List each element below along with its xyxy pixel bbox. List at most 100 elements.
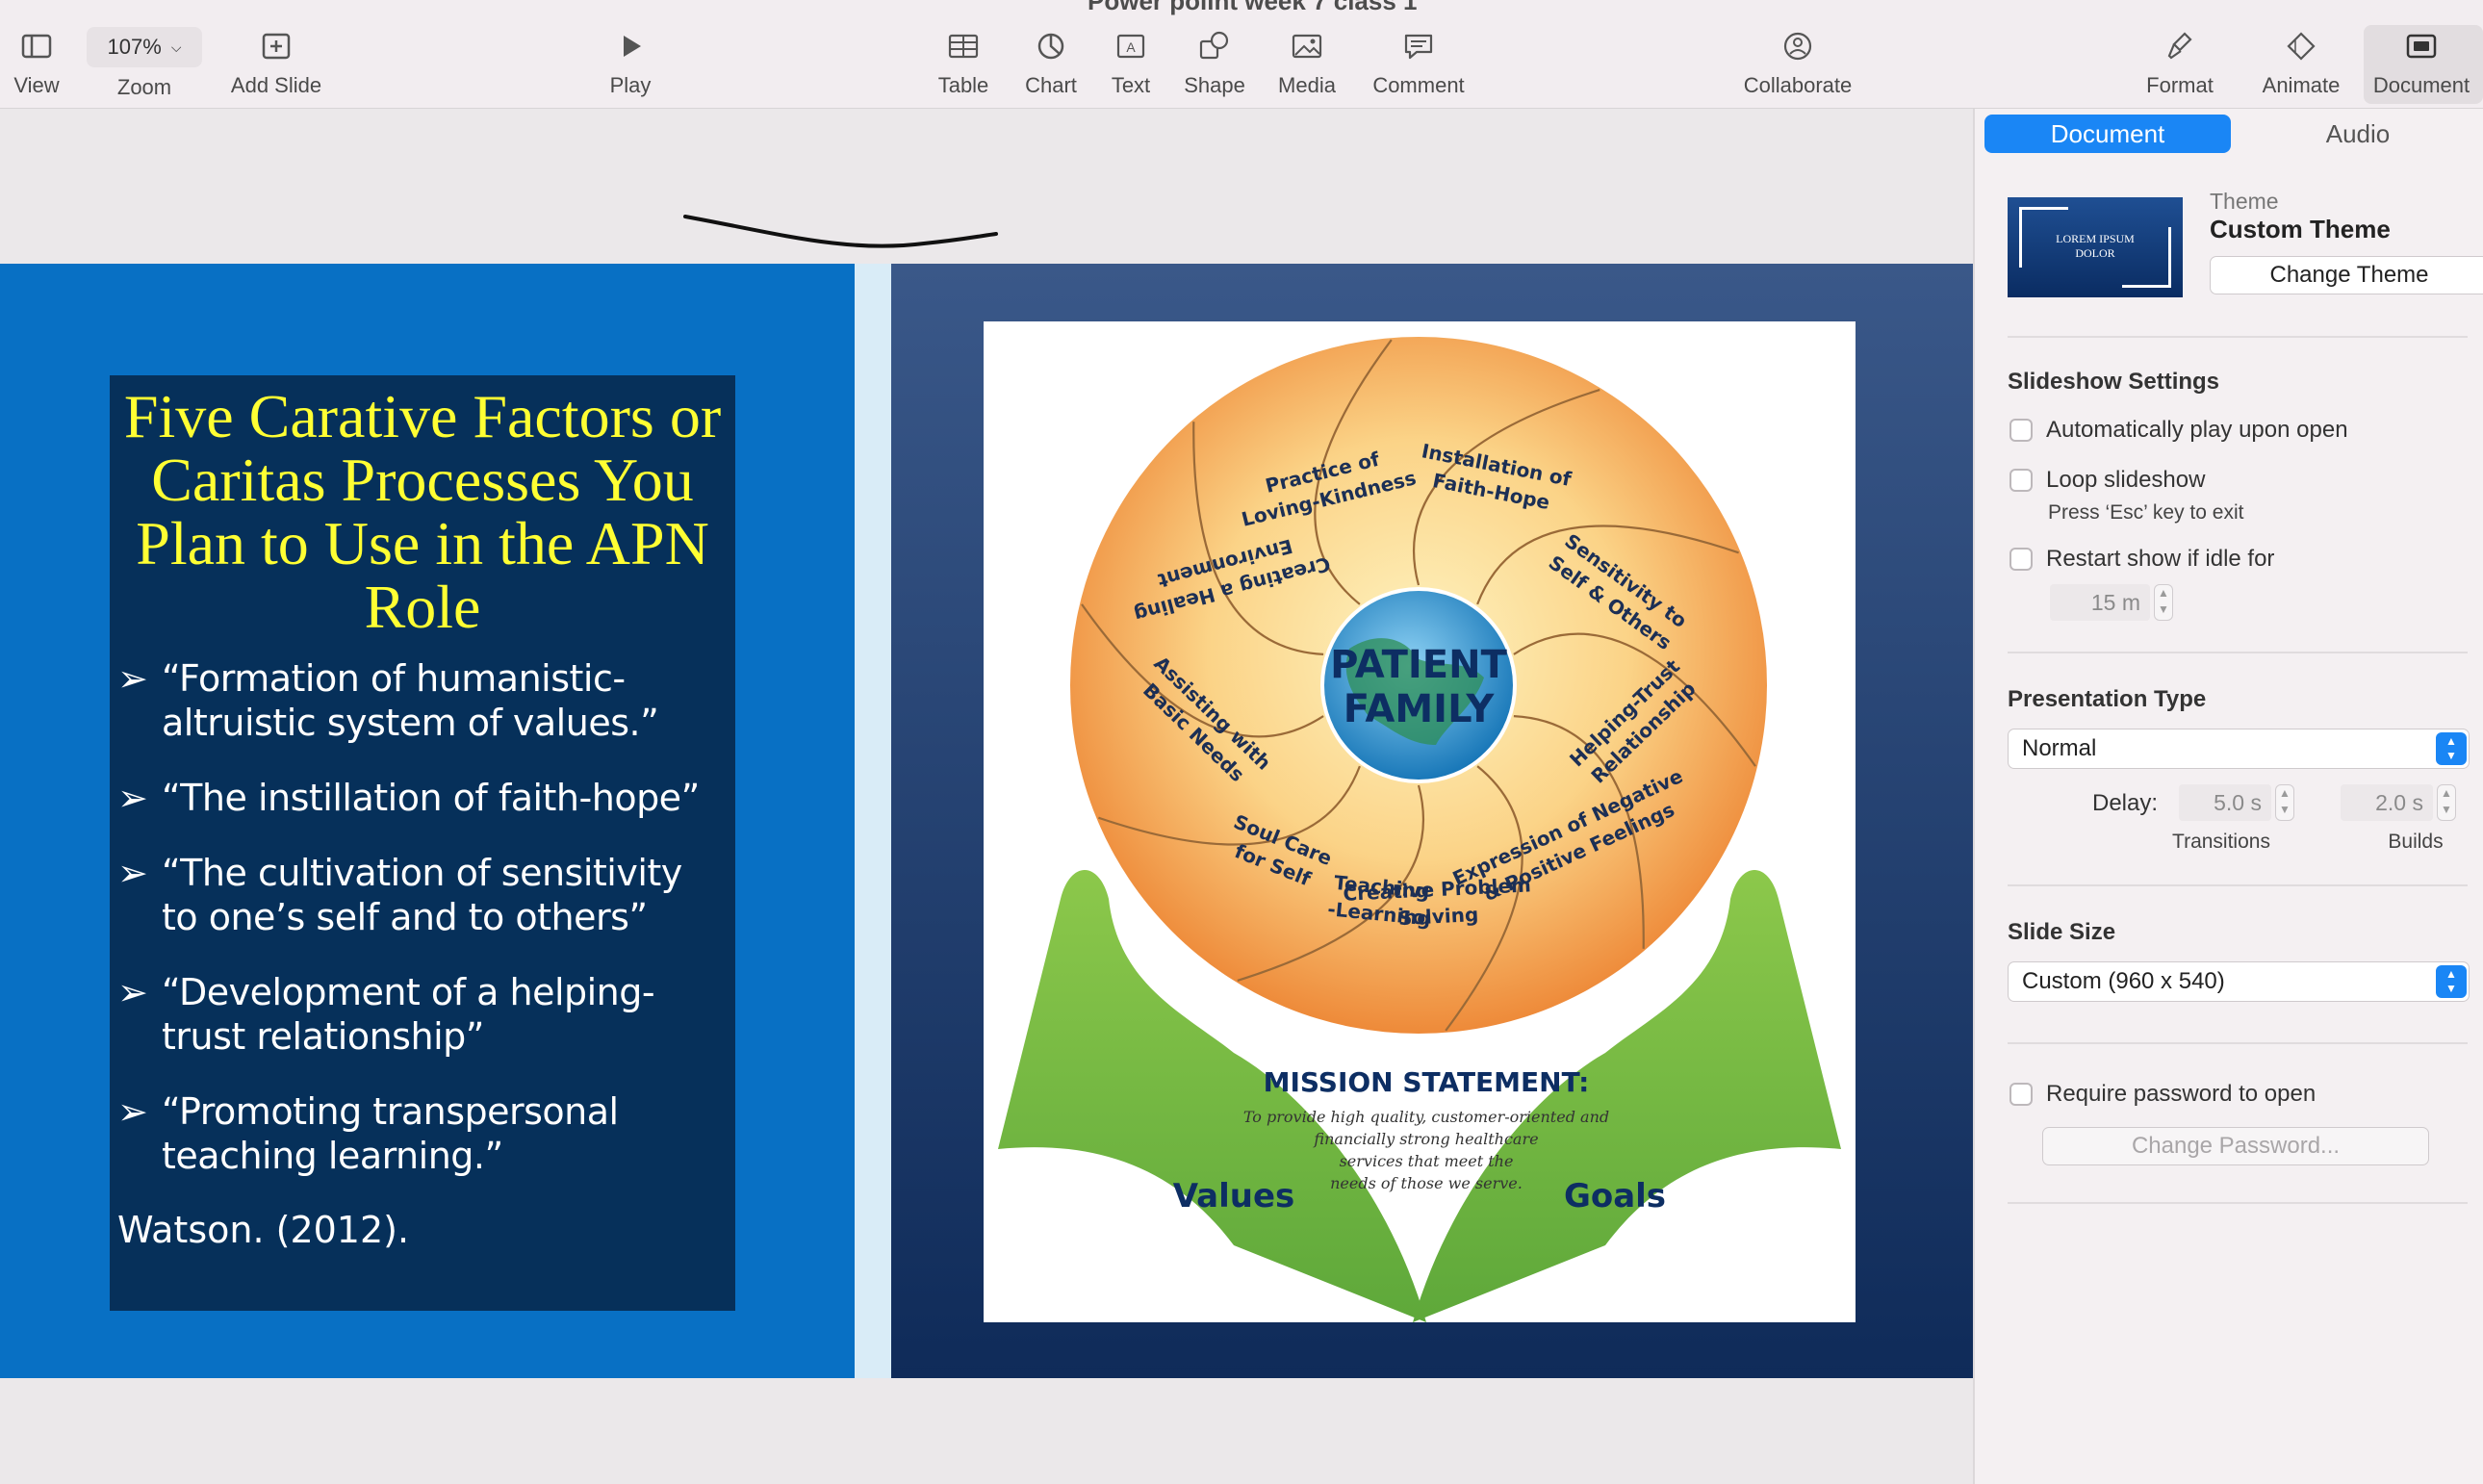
paintbrush-icon <box>2167 32 2192 60</box>
bullet-item[interactable]: ➢ “The cultivation of sensitivity to one’… <box>117 851 716 939</box>
chevron-updown-icon: ▲ ▼ <box>2436 965 2467 998</box>
theme-name: Custom Theme <box>2210 215 2391 243</box>
zoom-control[interactable]: 107% ⌵ Zoom <box>82 17 207 104</box>
media-label: Media <box>1278 73 1336 97</box>
delay-label: Delay: <box>2092 790 2159 816</box>
bullet-text: “Development of a helping-trust relation… <box>162 971 655 1058</box>
collaborate-icon <box>1783 32 1812 61</box>
table-icon <box>948 34 979 59</box>
toolbar: Power poiint week 7 class 1 View 107% ⌵ Z… <box>0 0 2483 110</box>
theme-thumb-line1: LOREM IPSUM <box>2056 232 2135 245</box>
presentation-type-title: Presentation Type <box>2008 686 2207 712</box>
transitions-delay-field[interactable]: 5.0 s <box>2179 784 2271 821</box>
chevron-updown-icon: ▲ ▼ <box>2436 732 2467 765</box>
idle-time-field[interactable]: 15 m <box>2050 584 2150 621</box>
photo-icon <box>1292 34 1322 59</box>
media-button[interactable]: Media <box>1244 17 1369 104</box>
play-icon <box>624 36 641 57</box>
citation[interactable]: Watson. (2012). <box>117 1209 735 1251</box>
zoom-label: Zoom <box>116 75 172 99</box>
tab-audio[interactable]: Audio <box>2235 115 2481 153</box>
auto-play-option[interactable]: Automatically play upon open <box>2009 417 2348 444</box>
loop-hint: Press ‘Esc’ key to exit <box>2048 501 2244 524</box>
bullet-list[interactable]: ➢ “Formation of humanistic-altruistic sys… <box>110 656 735 1178</box>
bullet-item[interactable]: ➢ “Promoting transpersonal teaching learn… <box>117 1089 716 1178</box>
play-button[interactable]: Play <box>568 17 693 104</box>
text-box-icon: A <box>1116 34 1145 59</box>
change-password-button[interactable]: Change Password... <box>2042 1127 2429 1165</box>
presentation-type-value: Normal <box>2022 735 2097 761</box>
tab-document[interactable]: Document <box>1984 115 2231 153</box>
zoom-popup[interactable]: 107% ⌵ <box>87 27 202 67</box>
shape-icon <box>1199 31 1229 60</box>
change-theme-button[interactable]: Change Theme <box>2210 256 2483 294</box>
require-password-checkbox[interactable] <box>2009 1083 2033 1106</box>
animate-label: Animate <box>2262 73 2341 97</box>
comment-button[interactable]: Comment <box>1356 17 1481 104</box>
restart-label: Restart show if idle for <box>2046 546 2275 572</box>
center-line2: FAMILY <box>1344 687 1496 731</box>
divider <box>2008 652 2468 653</box>
bullet-arrow-icon: ➢ <box>117 777 148 819</box>
values-label: Values <box>1173 1177 1295 1215</box>
require-password-option[interactable]: Require password to open <box>2009 1081 2316 1108</box>
auto-play-label: Automatically play upon open <box>2046 417 2348 443</box>
format-label: Format <box>2146 73 2214 97</box>
mission-title: MISSION STATEMENT: <box>1264 1066 1590 1098</box>
transitions-label: Transitions <box>2172 831 2270 853</box>
restart-checkbox[interactable] <box>2009 548 2033 571</box>
builds-stepper-arrows[interactable]: ▲ ▼ <box>2437 784 2456 821</box>
loop-option[interactable]: Loop slideshow <box>2009 467 2205 494</box>
caring-model-image[interactable]: PATIENT FAMILY Practice of Loving-Kindnes… <box>984 321 1856 1322</box>
goals-label: Goals <box>1564 1177 1666 1215</box>
mission-line: needs of those we serve. <box>1330 1174 1523 1192</box>
comment-icon <box>1404 34 1433 60</box>
bullet-text: “The cultivation of sensitivity to one’s… <box>162 852 682 938</box>
divider <box>2008 1202 2468 1204</box>
collaborate-label: Collaborate <box>1743 73 1853 97</box>
bullet-arrow-icon: ➢ <box>117 852 148 894</box>
zoom-value: 107% <box>107 35 162 59</box>
chevron-down-icon: ⌵ <box>170 38 182 55</box>
builds-label: Builds <box>2388 831 2444 853</box>
document-button[interactable]: Document <box>2359 17 2483 104</box>
bullet-arrow-icon: ➢ <box>117 1090 148 1133</box>
bullet-item[interactable]: ➢ “Development of a helping-trust relatio… <box>117 970 716 1059</box>
builds-delay-field[interactable]: 2.0 s <box>2341 784 2433 821</box>
bullet-arrow-icon: ➢ <box>117 657 148 700</box>
caring-model-figure: PATIENT FAMILY Practice ofLoving-Kindnes… <box>998 337 1841 1322</box>
restart-option[interactable]: Restart show if idle for <box>2009 546 2274 573</box>
add-slide-button[interactable]: Add Slide <box>214 17 339 104</box>
collaborate-button[interactable]: Collaborate <box>1735 17 1860 104</box>
add-slide-icon <box>262 33 291 60</box>
document-icon <box>2406 34 2437 59</box>
freehand-line[interactable] <box>674 195 1011 253</box>
slide-size-value: Custom (960 x 540) <box>2022 968 2225 994</box>
bullet-item[interactable]: ➢ “The instillation of faith-hope” <box>117 776 716 820</box>
bullet-arrow-icon: ➢ <box>117 971 148 1013</box>
divider <box>2008 884 2468 886</box>
slide-title[interactable]: Five Carative Factors or Caritas Process… <box>119 385 726 639</box>
slide-text-box[interactable]: Five Carative Factors or Caritas Process… <box>110 375 735 1311</box>
slideshow-settings-title: Slideshow Settings <box>2008 369 2220 395</box>
animate-button[interactable]: Animate <box>2239 17 2364 104</box>
slide-size-popup[interactable]: Custom (960 x 540) ▲ ▼ <box>2008 961 2470 1002</box>
mission-line: services that meet the <box>1340 1152 1514 1170</box>
loop-checkbox[interactable] <box>2009 469 2033 492</box>
mission-line: To provide high quality, customer-orient… <box>1243 1108 1609 1126</box>
theme-thumbnail[interactable]: LOREM IPSUM DOLOR <box>2008 197 2183 297</box>
auto-play-checkbox[interactable] <box>2009 419 2033 442</box>
format-button[interactable]: Format <box>2117 17 2242 104</box>
require-password-label: Require password to open <box>2046 1081 2317 1107</box>
presentation-type-popup[interactable]: Normal ▲ ▼ <box>2008 729 2470 769</box>
idle-stepper-arrows[interactable]: ▲ ▼ <box>2154 584 2173 621</box>
window-title: Power poiint week 7 class 1 <box>1088 0 1418 15</box>
bullet-item[interactable]: ➢ “Formation of humanistic-altruistic sys… <box>117 656 716 745</box>
loop-label: Loop slideshow <box>2046 467 2206 493</box>
mission-line: financially strong healthcare <box>1313 1130 1538 1148</box>
transitions-stepper-arrows[interactable]: ▲ ▼ <box>2275 784 2294 821</box>
theme-label: Theme <box>2210 189 2279 214</box>
bullet-text: “Promoting transpersonal teaching learni… <box>162 1090 619 1177</box>
sidebar-icon <box>21 34 52 59</box>
slide-size-title: Slide Size <box>2008 919 2116 945</box>
